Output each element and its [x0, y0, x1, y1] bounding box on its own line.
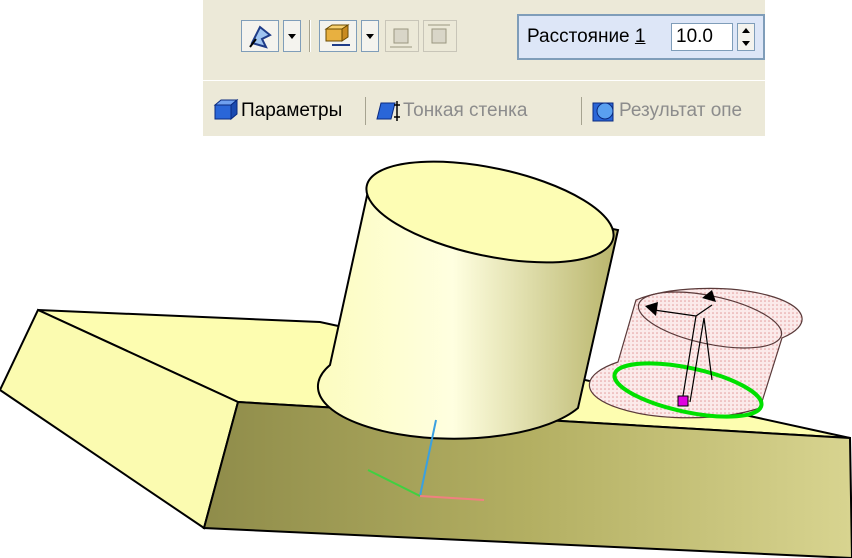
tab-bar: Параметры Тонкая стенка Результат опе: [203, 80, 765, 137]
direction-button[interactable]: [241, 20, 279, 52]
direction-icon: [249, 25, 272, 49]
operation-result-icon: [592, 102, 614, 122]
spinner-up-icon: [742, 28, 750, 33]
draft-inward-icon: [390, 28, 412, 48]
preview-cylinder: [588, 287, 803, 419]
cylinder-boss[interactable]: [316, 143, 622, 440]
draft-outward-icon: [428, 24, 450, 44]
tab-thin-wall-label: Тонкая стенка: [403, 100, 528, 121]
spinner-down-icon: [742, 41, 750, 46]
direction-dropdown[interactable]: [283, 20, 301, 52]
extrusion-preview[interactable]: [588, 281, 803, 427]
model-viewport[interactable]: [0, 140, 852, 558]
distance-hotkey: 1: [634, 26, 646, 47]
toolbar-separator: [309, 20, 311, 52]
parameters-icon: [213, 98, 239, 121]
tab-operation-result-label: Результат опе: [619, 100, 743, 121]
origin-point-icon: [677, 395, 689, 407]
thin-wall-icon: [376, 101, 400, 121]
extrude-type-dropdown[interactable]: [361, 20, 379, 52]
distance-field-group: Расстояние 1: [517, 14, 765, 60]
tab-thin-wall[interactable]: Тонкая стенка: [373, 93, 527, 129]
property-panel: Расстояние 1 Параметры Тонкая стенка: [203, 0, 765, 136]
distance-spinner[interactable]: [737, 23, 755, 51]
extrude-type-button[interactable]: [319, 20, 357, 52]
tab-separator: [581, 97, 582, 125]
tab-operation-result[interactable]: Результат опе: [589, 93, 742, 129]
extrude-type-icon: [324, 24, 350, 46]
tab-separator: [365, 97, 366, 125]
tab-parameters[interactable]: Параметры: [211, 93, 342, 129]
distance-input[interactable]: [671, 23, 733, 51]
draft-outward-button[interactable]: [423, 20, 457, 52]
distance-label-text: Расстояние: [527, 26, 630, 47]
tab-parameters-label: Параметры: [241, 100, 343, 121]
draft-inward-button[interactable]: [385, 20, 419, 52]
distance-label: Расстояние 1: [527, 26, 646, 48]
toolbar: Расстояние 1: [203, 0, 765, 80]
